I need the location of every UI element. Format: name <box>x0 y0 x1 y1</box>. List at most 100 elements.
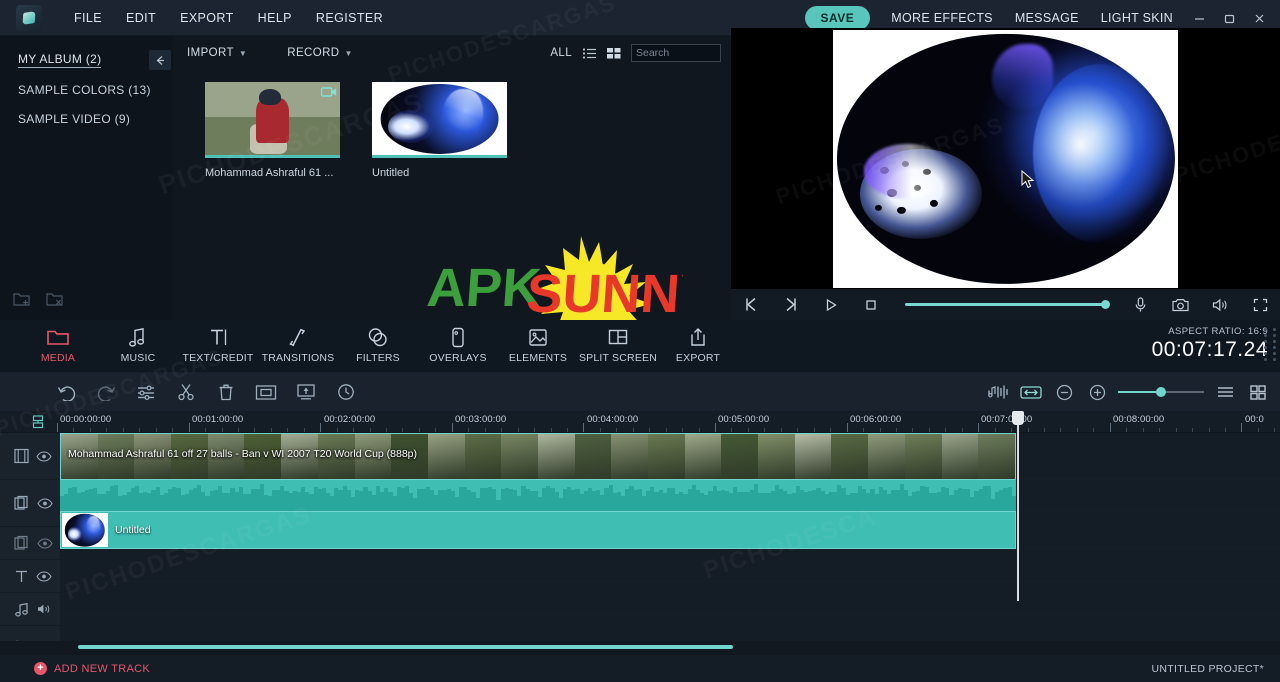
search-box[interactable] <box>631 44 782 62</box>
music-note-icon[interactable] <box>14 602 30 617</box>
green-screen-icon[interactable] <box>294 380 318 404</box>
volume-knob[interactable] <box>1101 300 1110 309</box>
library-item-sample-video[interactable]: SAMPLE VIDEO (9) <box>18 112 130 126</box>
text-t-icon[interactable] <box>14 569 29 584</box>
tab-music[interactable]: MUSIC <box>98 320 178 364</box>
track-header-pip-1[interactable] <box>0 480 60 527</box>
zoom-in-icon[interactable] <box>1085 380 1109 404</box>
menu-file[interactable]: FILE <box>62 5 114 31</box>
track-header-pip-2[interactable] <box>0 527 60 560</box>
collapse-sidebar-icon[interactable] <box>149 50 171 70</box>
playhead[interactable] <box>1012 411 1024 601</box>
volume-slider[interactable] <box>891 289 1120 320</box>
filter-all-button[interactable]: ALL <box>550 47 572 59</box>
layers-icon[interactable] <box>14 535 30 551</box>
save-button[interactable]: SAVE <box>804 6 871 30</box>
prev-frame-button[interactable] <box>731 289 771 320</box>
track-lane-audio-waveform[interactable] <box>60 480 1280 511</box>
track-lane-pip-2[interactable] <box>60 549 1280 582</box>
tab-label: MEDIA <box>40 352 76 364</box>
track-lane-video-1[interactable]: Mohammad Ashraful 61 off 27 balls - Ban … <box>60 433 1280 480</box>
snapshot-camera-icon[interactable] <box>1160 289 1200 320</box>
fullscreen-expand-icon[interactable] <box>1240 289 1280 320</box>
menu-help[interactable]: HELP <box>246 5 304 31</box>
scissors-cut-icon[interactable] <box>174 380 198 404</box>
transition-arrows-icon <box>287 326 309 348</box>
track-lane-pip-1[interactable]: Untitled <box>60 511 1280 549</box>
eye-icon[interactable] <box>37 497 53 509</box>
audio-waveform <box>60 480 1016 511</box>
grid-view-icon[interactable] <box>607 47 621 60</box>
redo-icon[interactable] <box>94 380 118 404</box>
menu-edit[interactable]: EDIT <box>114 5 168 31</box>
zoom-out-icon[interactable] <box>1052 380 1076 404</box>
timeline-zoom-slider[interactable] <box>1118 373 1204 411</box>
eye-icon[interactable] <box>36 450 52 462</box>
import-label: IMPORT <box>187 47 234 59</box>
split-screen-icon <box>607 326 629 348</box>
timeline-toolbar-right <box>986 373 1270 411</box>
next-frame-button[interactable] <box>771 289 811 320</box>
ruler-label: 00:08:00:00 <box>1113 414 1165 425</box>
add-new-track-button[interactable]: + ADD NEW TRACK <box>34 662 150 675</box>
preview-frame <box>833 30 1178 288</box>
ruler-label: 00:03:00:00 <box>455 414 507 425</box>
ruler-label: 00:00:00:00 <box>60 414 112 425</box>
tab-filters[interactable]: FILTERS <box>338 320 418 364</box>
track-lane-text[interactable] <box>60 582 1280 615</box>
library-item-sample-colors[interactable]: SAMPLE COLORS (13) <box>18 83 151 97</box>
undo-icon[interactable] <box>54 380 78 404</box>
media-item-1[interactable]: Untitled <box>372 82 507 179</box>
record-button[interactable]: RECORD ▼ <box>287 47 353 59</box>
speaker-volume-icon[interactable] <box>1200 289 1240 320</box>
eye-icon[interactable] <box>37 537 53 549</box>
stop-button[interactable] <box>851 289 891 320</box>
timeline-horizontal-scrollbar[interactable] <box>0 641 1280 655</box>
tab-elements[interactable]: ELEMENTS <box>498 320 578 364</box>
tab-transitions[interactable]: TRANSITIONS <box>258 320 338 364</box>
media-thumbnail <box>372 82 507 155</box>
voiceover-microphone-icon[interactable] <box>1120 289 1160 320</box>
eye-icon[interactable] <box>36 570 52 582</box>
trash-delete-icon[interactable] <box>214 380 238 404</box>
fit-timeline-icon[interactable] <box>1019 380 1043 404</box>
video-clip[interactable]: Mohammad Ashraful 61 off 27 balls - Ban … <box>60 433 1016 480</box>
tab-split-screen[interactable]: SPLIT SCREEN <box>578 320 658 364</box>
audio-waveform-clip[interactable] <box>60 480 1016 511</box>
crop-icon[interactable] <box>254 380 278 404</box>
grid-layout-icon[interactable] <box>1246 380 1270 404</box>
leopard-head-shape <box>860 148 982 240</box>
tab-text-credit[interactable]: TEXT/CREDIT <box>178 320 258 364</box>
timeline-tracks: Mohammad Ashraful 61 off 27 balls - Ban … <box>0 411 1280 659</box>
add-folder-icon[interactable] <box>12 290 31 312</box>
import-button[interactable]: IMPORT ▼ <box>187 47 247 59</box>
track-header-audio[interactable] <box>0 593 60 626</box>
scrollbar-thumb[interactable] <box>78 645 733 649</box>
audio-detach-icon[interactable] <box>986 380 1010 404</box>
delete-folder-icon[interactable] <box>45 290 64 312</box>
speed-clock-icon[interactable] <box>334 380 358 404</box>
tab-media[interactable]: MEDIA <box>18 320 98 364</box>
track-header-text[interactable] <box>0 560 60 593</box>
timeline-lock-icon[interactable] <box>32 415 44 432</box>
pip-clip-thumbnail <box>62 513 108 547</box>
layers-icon[interactable] <box>14 495 30 511</box>
menu-register[interactable]: REGISTER <box>304 5 395 31</box>
timeline-ruler[interactable]: 00:00:00:00 00:01:00:00 00:02:00:00 00:0… <box>0 411 1280 433</box>
list-view-icon[interactable] <box>582 47 597 60</box>
panel-resize-grip-icon[interactable] <box>1264 328 1278 366</box>
speaker-icon[interactable] <box>37 603 52 615</box>
tab-overlays[interactable]: OVERLAYS <box>418 320 498 364</box>
zoom-slider-knob[interactable] <box>1155 387 1166 397</box>
play-button[interactable] <box>811 289 851 320</box>
pip-clip[interactable]: Untitled <box>60 511 1016 549</box>
library-item-my-album[interactable]: MY ALBUM (2) <box>18 52 102 68</box>
menu-export[interactable]: EXPORT <box>168 5 246 31</box>
settings-sliders-icon[interactable] <box>134 380 158 404</box>
tab-export[interactable]: EXPORT <box>658 320 738 364</box>
track-header-video-1[interactable] <box>0 433 60 480</box>
lion-mane-shape <box>1032 63 1168 245</box>
film-strip-icon[interactable] <box>14 448 29 464</box>
media-item-0[interactable]: Mohammad Ashraful 61 ... <box>205 82 340 179</box>
list-layout-icon[interactable] <box>1213 380 1237 404</box>
